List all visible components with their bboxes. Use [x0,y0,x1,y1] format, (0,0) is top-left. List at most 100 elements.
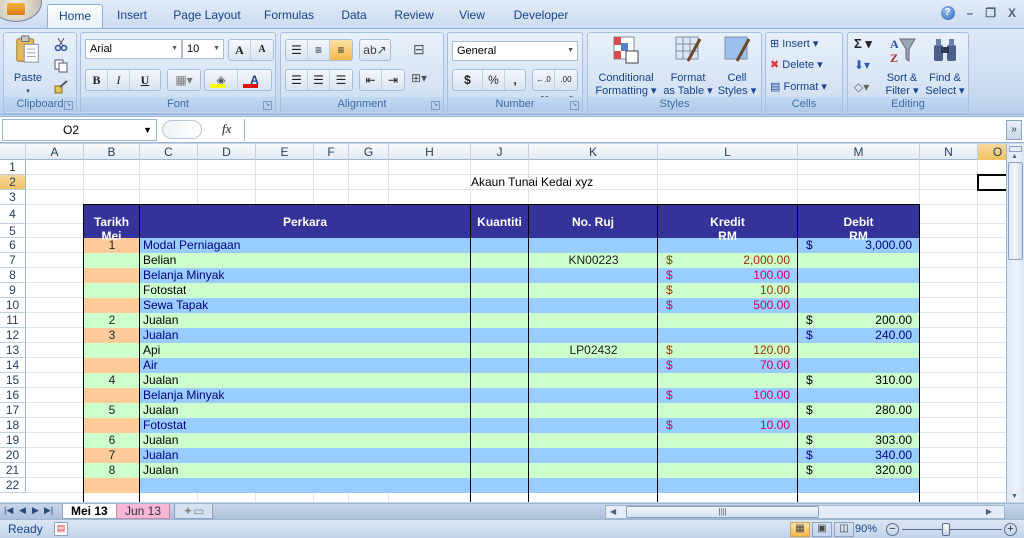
selected-cell[interactable] [977,174,1006,191]
kredit-cell[interactable]: 500.00 [658,298,790,313]
align-top-button[interactable]: ☰ [286,40,308,60]
tab-home[interactable]: Home [47,4,103,28]
table-row[interactable] [84,433,920,448]
bold-button[interactable]: B [86,70,108,90]
no-ruj-cell[interactable] [529,373,658,388]
debit-cell[interactable]: 320.00 [798,463,912,478]
no-ruj-cell[interactable]: LP02432 [529,343,658,358]
table-row[interactable] [84,253,920,268]
row-header-12[interactable]: 12 [0,328,26,343]
tarikh-cell[interactable]: 5 [84,403,140,418]
kredit-cell[interactable]: 2,000.00 [658,253,790,268]
no-ruj-cell[interactable] [529,478,658,493]
restore-button[interactable]: ❐ [985,6,996,20]
kredit-cell[interactable]: 120.00 [658,343,790,358]
fill-color-button[interactable]: ◈ [205,70,239,90]
tarikh-cell[interactable] [84,388,140,403]
tarikh-cell[interactable] [84,478,140,493]
increase-decimal-button[interactable]: ←.0 .00 [533,70,555,104]
tarikh-cell[interactable]: 7 [84,448,140,463]
no-ruj-cell[interactable]: KN00223 [529,253,658,268]
perkara-cell[interactable]: Jualan [143,313,178,328]
decrease-indent-button[interactable]: ⇤ [360,70,382,90]
align-middle-button[interactable]: ≡ [308,40,330,60]
perkara-cell[interactable]: Fotostat [143,283,186,298]
column-header-l[interactable]: L [658,144,798,160]
comma-button[interactable]: , [505,70,525,90]
normal-view-button[interactable]: ▦ [790,522,810,537]
align-center-button[interactable]: ☰ [308,70,330,90]
first-sheet-icon[interactable]: |◀ [4,505,13,516]
wrap-text-icon[interactable]: ⊟ [413,41,431,59]
table-row[interactable] [84,448,920,463]
table-row[interactable] [84,343,920,358]
tarikh-cell[interactable] [84,298,140,313]
table-row[interactable] [84,328,920,343]
row-header-9[interactable]: 9 [0,283,26,298]
autosum-button[interactable]: Σ ▾ [854,36,872,52]
worksheet-grid[interactable]: ABCDEFGHJKLMNO 1 2 3 4 5 6 7 8 9 10 11 12 13 14 15 16 17… [0,144,1006,502]
column-header-f[interactable]: F [314,144,349,160]
next-sheet-icon[interactable]: ▶ [32,505,39,516]
row-header-6[interactable]: 6 [0,238,26,253]
column-header-o[interactable]: O [978,144,1006,160]
name-box[interactable]: O2 ▼ [2,119,157,141]
column-header-e[interactable]: E [256,144,314,160]
zoom-slider-track[interactable] [902,529,1002,530]
row-header-16[interactable]: 16 [0,388,26,403]
debit-cell[interactable]: 310.00 [798,373,912,388]
column-header-m[interactable]: M [798,144,920,160]
column-header-d[interactable]: D [198,144,256,160]
scroll-left-icon[interactable]: ◀ [610,507,616,516]
tab-insert[interactable]: Insert [108,4,156,28]
table-row[interactable] [84,403,920,418]
tarikh-cell[interactable]: 8 [84,463,140,478]
find-select-button[interactable]: Find & Select ▾ [924,35,966,98]
split-box[interactable] [1009,146,1022,152]
perkara-cell[interactable]: Belanja Minyak [143,388,224,403]
kredit-cell[interactable]: 10.00 [658,283,790,298]
format-as-table-button[interactable]: Format as Table ▾ [662,35,714,98]
row-header-17[interactable]: 17 [0,403,26,418]
insert-function-button[interactable]: fx [222,121,231,137]
row-header-7[interactable]: 7 [0,253,26,268]
row-header-22[interactable]: 22 [0,478,26,493]
fill-button[interactable]: ⬇▾ [854,58,870,72]
page-break-view-button[interactable]: ◫ [834,522,854,537]
column-header-h[interactable]: H [389,144,471,160]
perkara-cell[interactable]: Api [143,343,160,358]
formula-input[interactable] [244,119,1006,141]
percent-button[interactable]: % [483,70,505,90]
row-header-14[interactable]: 14 [0,358,26,373]
no-ruj-cell[interactable] [529,313,658,328]
kredit-cell[interactable]: 70.00 [658,358,790,373]
perkara-cell[interactable]: Fotostat [143,418,186,433]
tarikh-cell[interactable]: 6 [84,433,140,448]
perkara-cell[interactable]: Jualan [143,373,178,388]
tab-view[interactable]: View [452,4,492,28]
column-header-k[interactable]: K [529,144,658,160]
debit-cell[interactable]: 303.00 [798,433,912,448]
tab-page-layout[interactable]: Page Layout [168,4,246,28]
perkara-cell[interactable]: Jualan [143,403,178,418]
page-layout-view-button[interactable]: ▣ [812,522,832,537]
no-ruj-cell[interactable] [529,403,658,418]
prev-sheet-icon[interactable]: ◀ [19,505,26,516]
header-tarikh[interactable]: Tarikh Mei [84,205,140,243]
zoom-slider-thumb[interactable] [942,523,951,536]
row-header-11[interactable]: 11 [0,313,26,328]
scroll-down-icon[interactable]: ▼ [1011,493,1018,500]
perkara-cell[interactable]: Jualan [143,448,178,463]
clear-button[interactable]: ◇▾ [854,80,869,94]
perkara-cell[interactable]: Belanja Minyak [143,268,224,283]
header-debit[interactable]: Debit RM [798,205,920,243]
alignment-launcher-icon[interactable]: ↘ [431,101,440,110]
vertical-scroll-thumb[interactable] [1008,162,1023,260]
row-header-8[interactable]: 8 [0,268,26,283]
debit-cell[interactable]: 340.00 [798,448,912,463]
zoom-out-button[interactable]: − [886,523,899,536]
tarikh-cell[interactable] [84,343,140,358]
align-right-button[interactable]: ☰ [330,70,352,90]
perkara-cell[interactable]: Sewa Tapak [143,298,208,313]
table-row[interactable] [84,418,920,433]
